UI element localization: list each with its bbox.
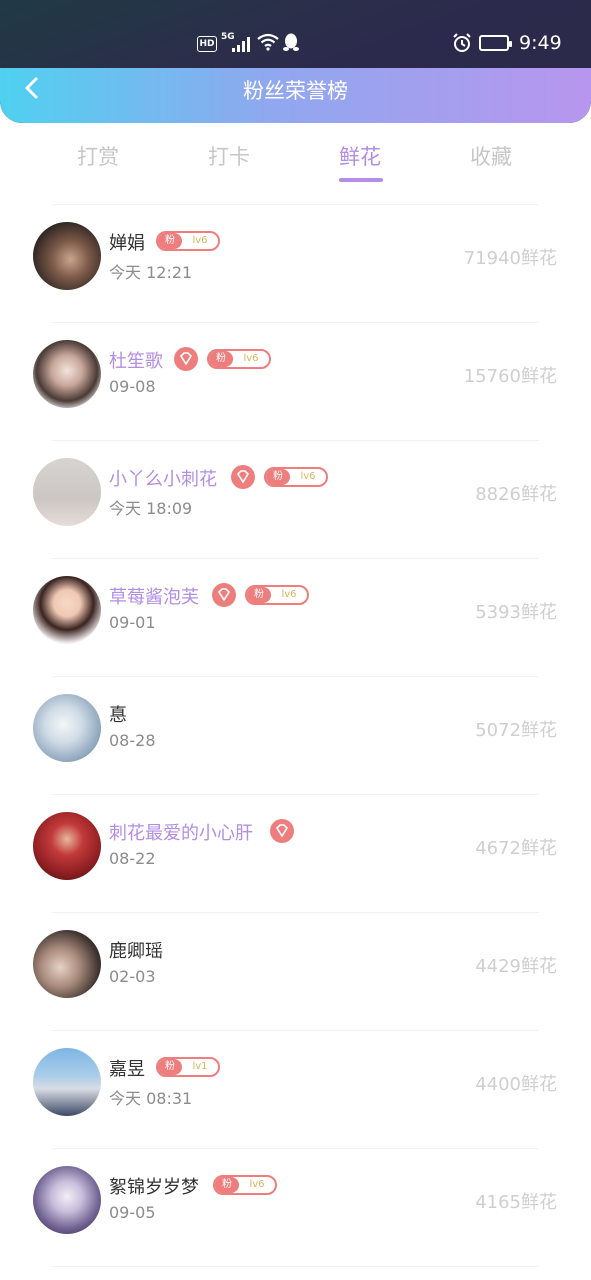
user-name: 小丫么小刺花 (109, 469, 217, 490)
fan-label: 粉 (158, 1059, 182, 1075)
avatar[interactable] (33, 458, 101, 526)
flower-count: 4400鲜花 (475, 1074, 557, 1095)
page-title: 粉丝荣誉榜 (243, 79, 348, 103)
ranking-row[interactable]: 小丫么小刺花 粉 lv6 今天 18:09 8826鲜花 (0, 440, 591, 559)
level-label: lv6 (281, 589, 297, 600)
fan-label: 粉 (158, 233, 182, 249)
tab-flowers[interactable]: 鲜花 (339, 141, 381, 171)
signal-icon (232, 36, 252, 52)
fan-level-badge: 粉 lv1 (156, 1057, 220, 1077)
time-label: 今天 08:31 (109, 1089, 193, 1108)
time-label: 02-03 (109, 967, 156, 986)
diamond-icon (231, 465, 255, 489)
fan-level-badge: 粉 lv6 (207, 349, 271, 369)
diamond-icon (174, 347, 198, 371)
diamond-icon (270, 819, 294, 843)
tab-reward[interactable]: 打赏 (77, 141, 119, 171)
flower-count: 8826鲜花 (475, 484, 557, 505)
time-label: 08-22 (109, 849, 156, 868)
ranking-row[interactable]: 惪 08-28 5072鲜花 (0, 676, 591, 795)
time-label: 今天 12:21 (109, 263, 193, 282)
tab-favorites[interactable]: 收藏 (470, 141, 512, 171)
ranking-row[interactable]: 刺花最爱的小心肝 08-22 4672鲜花 (0, 794, 591, 913)
battery-icon (479, 35, 512, 51)
tab-checkin[interactable]: 打卡 (208, 141, 250, 171)
avatar[interactable] (33, 222, 101, 290)
user-name: 婵娟 (109, 233, 145, 254)
user-name: 絮锦岁岁梦 (109, 1177, 199, 1198)
time-label: 09-01 (109, 613, 156, 632)
divider (52, 1266, 539, 1267)
status-bar: HD 5G 9:49 (0, 0, 591, 68)
user-name: 鹿卿瑶 (109, 941, 163, 962)
avatar[interactable] (33, 1166, 101, 1234)
fan-level-badge: 粉 lv6 (213, 1175, 277, 1195)
user-name: 草莓酱泡芙 (109, 587, 199, 608)
qq-icon (283, 33, 299, 51)
fan-level-badge: 粉 lv6 (156, 231, 220, 251)
ranking-row[interactable]: 絮锦岁岁梦 粉 lv6 09-05 4165鲜花 (0, 1148, 591, 1267)
time-label: 08-28 (109, 731, 156, 750)
hd-icon: HD (197, 36, 217, 52)
fan-label: 粉 (215, 1177, 239, 1193)
avatar[interactable] (33, 930, 101, 998)
user-name: 惪 (109, 705, 127, 726)
ranking-row[interactable]: 婵娟 粉 lv6 今天 12:21 71940鲜花 (0, 204, 591, 323)
ranking-row[interactable]: 嘉昱 粉 lv1 今天 08:31 4400鲜花 (0, 1030, 591, 1149)
fan-level-badge: 粉 lv6 (245, 585, 309, 605)
fan-level-badge: 粉 lv6 (264, 467, 328, 487)
flower-count: 5393鲜花 (475, 602, 557, 623)
avatar[interactable] (33, 1048, 101, 1116)
user-name: 刺花最爱的小心肝 (109, 823, 253, 844)
wifi-icon (257, 33, 279, 51)
level-label: lv6 (192, 235, 208, 246)
flower-count: 4429鲜花 (475, 956, 557, 977)
ranking-row[interactable]: 杜笙歌 粉 lv6 09-08 15760鲜花 (0, 322, 591, 441)
tab-bar: 打赏 打卡 鲜花 收藏 (0, 135, 591, 190)
time-label: 今天 18:09 (109, 499, 193, 518)
diamond-icon (212, 583, 236, 607)
avatar[interactable] (33, 812, 101, 880)
user-name: 嘉昱 (109, 1059, 145, 1080)
flower-count: 5072鲜花 (475, 720, 557, 741)
time-label: 09-08 (109, 377, 156, 396)
flower-count: 4672鲜花 (475, 838, 557, 859)
avatar[interactable] (33, 576, 101, 644)
fan-label: 粉 (209, 351, 233, 367)
flower-count: 15760鲜花 (463, 366, 557, 387)
flower-count: 71940鲜花 (463, 248, 557, 269)
fan-label: 粉 (247, 587, 271, 603)
time-label: 09-05 (109, 1203, 156, 1222)
app-header: HD 5G 9:49 粉丝荣誉榜 (0, 0, 591, 123)
ranking-row[interactable]: 草莓酱泡芙 粉 lv6 09-01 5393鲜花 (0, 558, 591, 677)
active-tab-indicator (339, 178, 383, 182)
avatar[interactable] (33, 694, 101, 762)
level-label: lv6 (243, 353, 259, 364)
alarm-icon (453, 33, 471, 52)
level-label: lv1 (192, 1061, 208, 1072)
level-label: lv6 (300, 471, 316, 482)
flower-count: 4165鲜花 (475, 1192, 557, 1213)
user-name: 杜笙歌 (109, 351, 163, 372)
status-time: 9:49 (519, 32, 562, 54)
avatar[interactable] (33, 340, 101, 408)
level-label: lv6 (249, 1179, 265, 1190)
fan-label: 粉 (266, 469, 290, 485)
ranking-row[interactable]: 鹿卿瑶 02-03 4429鲜花 (0, 912, 591, 1031)
